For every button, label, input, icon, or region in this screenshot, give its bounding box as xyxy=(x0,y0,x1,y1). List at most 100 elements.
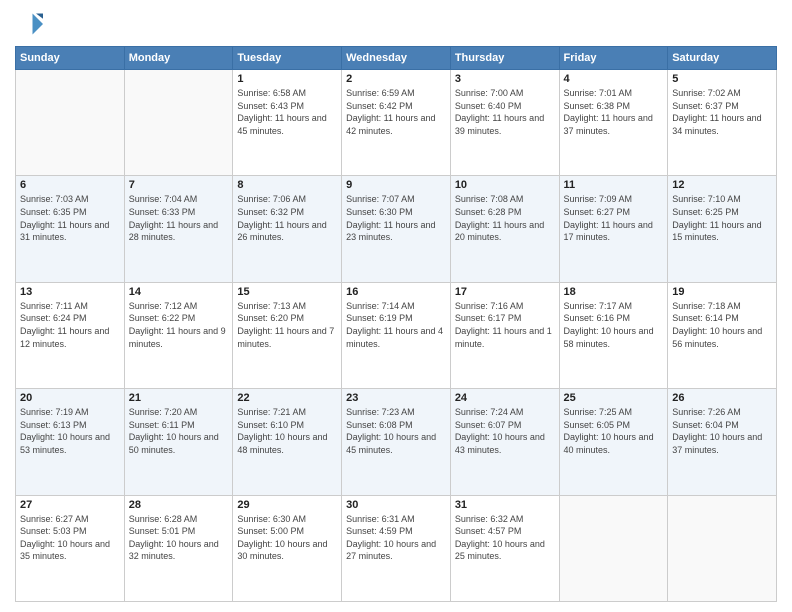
cell-info: Sunrise: 7:18 AM Sunset: 6:14 PM Dayligh… xyxy=(672,300,772,350)
calendar-cell xyxy=(559,495,668,601)
cell-info: Sunrise: 6:31 AM Sunset: 4:59 PM Dayligh… xyxy=(346,513,446,563)
day-number: 18 xyxy=(564,286,664,298)
calendar-cell: 3Sunrise: 7:00 AM Sunset: 6:40 PM Daylig… xyxy=(450,70,559,176)
calendar-cell: 8 Sunrise: 7:06 AM Sunset: 6:32 PM Daylig… xyxy=(233,176,342,282)
day-number: 12 xyxy=(672,179,772,191)
day-number: 3 xyxy=(455,73,555,85)
calendar-cell xyxy=(16,70,125,176)
cell-info: Sunrise: 7:04 AM Sunset: 6:33 PM Dayligh… xyxy=(129,193,229,243)
calendar-cell: 28 Sunrise: 6:28 AM Sunset: 5:01 PM Dayli… xyxy=(124,495,233,601)
day-number: 6 xyxy=(20,179,120,191)
day-number: 23 xyxy=(346,392,446,404)
day-of-week-header: Wednesday xyxy=(342,47,451,70)
calendar-week-row: 13Sunrise: 7:11 AM Sunset: 6:24 PM Dayli… xyxy=(16,282,777,388)
cell-info: Sunrise: 7:26 AM Sunset: 6:04 PM Dayligh… xyxy=(672,406,772,456)
cell-info: Sunrise: 6:58 AM Sunset: 6:43 PM Dayligh… xyxy=(237,87,337,137)
calendar-cell: 29 Sunrise: 6:30 AM Sunset: 5:00 PM Dayli… xyxy=(233,495,342,601)
logo-icon xyxy=(15,10,43,38)
calendar-header-row: SundayMondayTuesdayWednesdayThursdayFrid… xyxy=(16,47,777,70)
calendar-cell: 20 Sunrise: 7:19 AM Sunset: 6:13 PM Dayli… xyxy=(16,389,125,495)
cell-info: Sunrise: 7:07 AM Sunset: 6:30 PM Dayligh… xyxy=(346,193,446,243)
cell-info: Sunrise: 7:20 AM Sunset: 6:11 PM Dayligh… xyxy=(129,406,229,456)
day-of-week-header: Friday xyxy=(559,47,668,70)
day-number: 24 xyxy=(455,392,555,404)
calendar-cell: 10 Sunrise: 7:08 AM Sunset: 6:28 PM Dayli… xyxy=(450,176,559,282)
day-number: 27 xyxy=(20,499,120,511)
day-number: 15 xyxy=(237,286,337,298)
day-number: 9 xyxy=(346,179,446,191)
day-number: 7 xyxy=(129,179,229,191)
calendar-cell: 19 Sunrise: 7:18 AM Sunset: 6:14 PM Dayli… xyxy=(668,282,777,388)
cell-info: Sunrise: 7:02 AM Sunset: 6:37 PM Dayligh… xyxy=(672,87,772,137)
cell-info: Sunrise: 7:25 AM Sunset: 6:05 PM Dayligh… xyxy=(564,406,664,456)
cell-info: Sunrise: 6:30 AM Sunset: 5:00 PM Dayligh… xyxy=(237,513,337,563)
cell-info: Sunrise: 7:01 AM Sunset: 6:38 PM Dayligh… xyxy=(564,87,664,137)
calendar-cell: 6 Sunrise: 7:03 AM Sunset: 6:35 PM Daylig… xyxy=(16,176,125,282)
calendar-cell: 16 Sunrise: 7:14 AM Sunset: 6:19 PM Dayli… xyxy=(342,282,451,388)
calendar-cell: 9 Sunrise: 7:07 AM Sunset: 6:30 PM Daylig… xyxy=(342,176,451,282)
day-number: 22 xyxy=(237,392,337,404)
cell-info: Sunrise: 7:24 AM Sunset: 6:07 PM Dayligh… xyxy=(455,406,555,456)
calendar-cell: 12Sunrise: 7:10 AM Sunset: 6:25 PM Dayli… xyxy=(668,176,777,282)
calendar-cell xyxy=(124,70,233,176)
calendar-cell: 22 Sunrise: 7:21 AM Sunset: 6:10 PM Dayli… xyxy=(233,389,342,495)
calendar-cell: 7 Sunrise: 7:04 AM Sunset: 6:33 PM Daylig… xyxy=(124,176,233,282)
calendar-week-row: 20 Sunrise: 7:19 AM Sunset: 6:13 PM Dayli… xyxy=(16,389,777,495)
calendar-cell xyxy=(668,495,777,601)
day-of-week-header: Saturday xyxy=(668,47,777,70)
calendar-cell: 25Sunrise: 7:25 AM Sunset: 6:05 PM Dayli… xyxy=(559,389,668,495)
day-number: 21 xyxy=(129,392,229,404)
calendar-cell: 26Sunrise: 7:26 AM Sunset: 6:04 PM Dayli… xyxy=(668,389,777,495)
calendar-cell: 15Sunrise: 7:13 AM Sunset: 6:20 PM Dayli… xyxy=(233,282,342,388)
calendar-cell: 4 Sunrise: 7:01 AM Sunset: 6:38 PM Daylig… xyxy=(559,70,668,176)
cell-info: Sunrise: 7:09 AM Sunset: 6:27 PM Dayligh… xyxy=(564,193,664,243)
day-number: 5 xyxy=(672,73,772,85)
cell-info: Sunrise: 7:03 AM Sunset: 6:35 PM Dayligh… xyxy=(20,193,120,243)
cell-info: Sunrise: 7:12 AM Sunset: 6:22 PM Dayligh… xyxy=(129,300,229,350)
day-number: 8 xyxy=(237,179,337,191)
day-number: 11 xyxy=(564,179,664,191)
day-number: 17 xyxy=(455,286,555,298)
day-number: 14 xyxy=(129,286,229,298)
day-number: 10 xyxy=(455,179,555,191)
day-of-week-header: Tuesday xyxy=(233,47,342,70)
day-number: 1 xyxy=(237,73,337,85)
calendar-cell: 27 Sunrise: 6:27 AM Sunset: 5:03 PM Dayli… xyxy=(16,495,125,601)
calendar-week-row: 1 Sunrise: 6:58 AM Sunset: 6:43 PM Daylig… xyxy=(16,70,777,176)
calendar-cell: 13Sunrise: 7:11 AM Sunset: 6:24 PM Dayli… xyxy=(16,282,125,388)
day-number: 20 xyxy=(20,392,120,404)
calendar-cell: 30 Sunrise: 6:31 AM Sunset: 4:59 PM Dayli… xyxy=(342,495,451,601)
calendar-page: SundayMondayTuesdayWednesdayThursdayFrid… xyxy=(0,0,792,612)
calendar-cell: 24 Sunrise: 7:24 AM Sunset: 6:07 PM Dayli… xyxy=(450,389,559,495)
cell-info: Sunrise: 7:16 AM Sunset: 6:17 PM Dayligh… xyxy=(455,300,555,350)
cell-info: Sunrise: 6:59 AM Sunset: 6:42 PM Dayligh… xyxy=(346,87,446,137)
page-header xyxy=(15,10,777,38)
day-of-week-header: Monday xyxy=(124,47,233,70)
calendar-cell: 1 Sunrise: 6:58 AM Sunset: 6:43 PM Daylig… xyxy=(233,70,342,176)
calendar-week-row: 27 Sunrise: 6:27 AM Sunset: 5:03 PM Dayli… xyxy=(16,495,777,601)
cell-info: Sunrise: 7:06 AM Sunset: 6:32 PM Dayligh… xyxy=(237,193,337,243)
cell-info: Sunrise: 6:28 AM Sunset: 5:01 PM Dayligh… xyxy=(129,513,229,563)
calendar-cell: 14 Sunrise: 7:12 AM Sunset: 6:22 PM Dayli… xyxy=(124,282,233,388)
day-of-week-header: Sunday xyxy=(16,47,125,70)
calendar-cell: 23 Sunrise: 7:23 AM Sunset: 6:08 PM Dayli… xyxy=(342,389,451,495)
day-number: 4 xyxy=(564,73,664,85)
day-number: 2 xyxy=(346,73,446,85)
day-number: 19 xyxy=(672,286,772,298)
cell-info: Sunrise: 6:27 AM Sunset: 5:03 PM Dayligh… xyxy=(20,513,120,563)
cell-info: Sunrise: 7:23 AM Sunset: 6:08 PM Dayligh… xyxy=(346,406,446,456)
day-number: 29 xyxy=(237,499,337,511)
cell-info: Sunrise: 7:08 AM Sunset: 6:28 PM Dayligh… xyxy=(455,193,555,243)
cell-info: Sunrise: 7:19 AM Sunset: 6:13 PM Dayligh… xyxy=(20,406,120,456)
cell-info: Sunrise: 6:32 AM Sunset: 4:57 PM Dayligh… xyxy=(455,513,555,563)
calendar-cell: 31 Sunrise: 6:32 AM Sunset: 4:57 PM Dayli… xyxy=(450,495,559,601)
calendar-cell: 2 Sunrise: 6:59 AM Sunset: 6:42 PM Daylig… xyxy=(342,70,451,176)
day-number: 31 xyxy=(455,499,555,511)
cell-info: Sunrise: 7:11 AM Sunset: 6:24 PM Dayligh… xyxy=(20,300,120,350)
day-number: 28 xyxy=(129,499,229,511)
day-number: 30 xyxy=(346,499,446,511)
day-number: 16 xyxy=(346,286,446,298)
cell-info: Sunrise: 7:21 AM Sunset: 6:10 PM Dayligh… xyxy=(237,406,337,456)
calendar-cell: 21 Sunrise: 7:20 AM Sunset: 6:11 PM Dayli… xyxy=(124,389,233,495)
cell-info: Sunrise: 7:14 AM Sunset: 6:19 PM Dayligh… xyxy=(346,300,446,350)
